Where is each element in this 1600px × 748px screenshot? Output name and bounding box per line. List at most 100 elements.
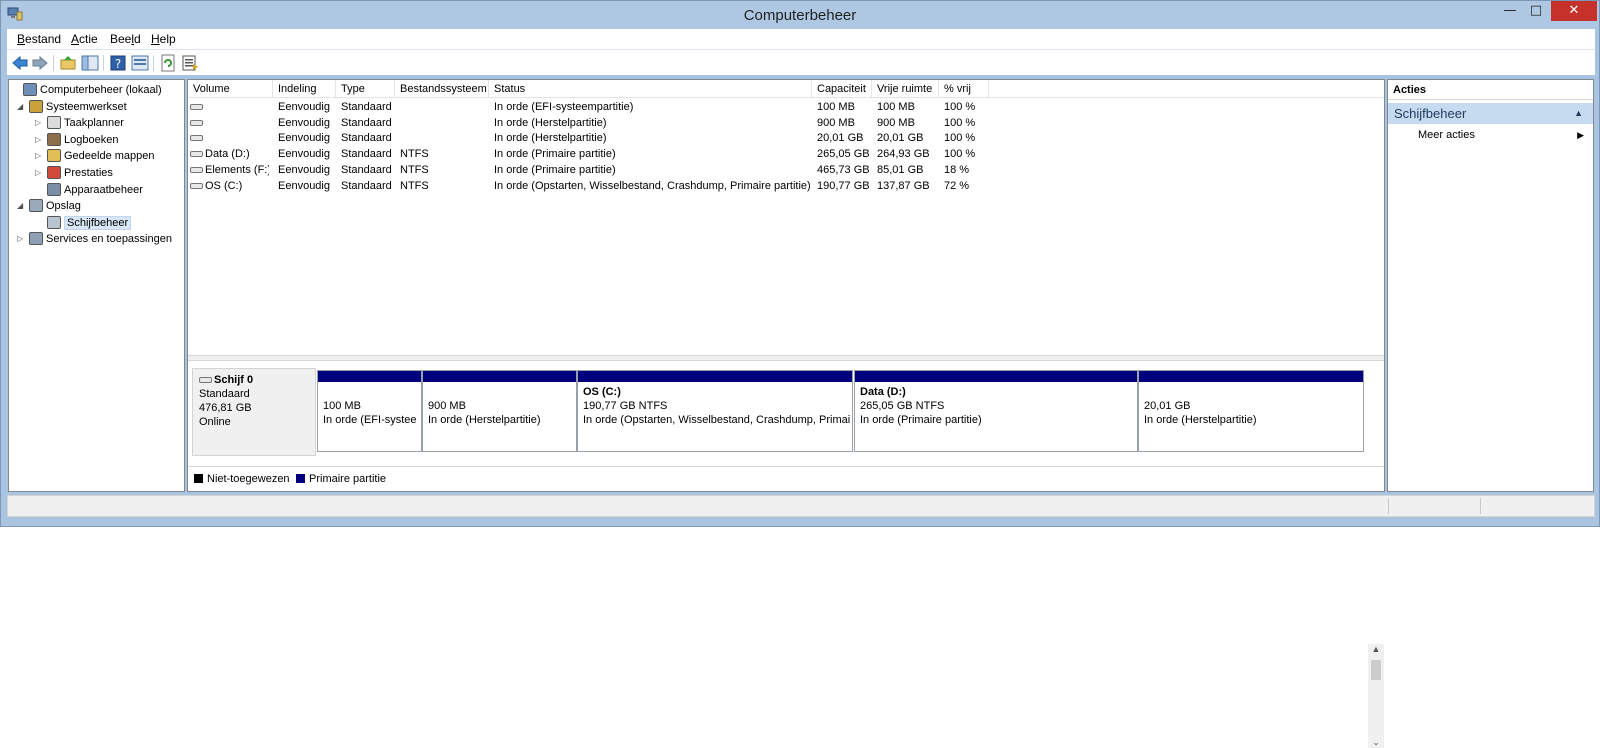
- tree-node[interactable]: Apparaatbeheer: [35, 182, 143, 198]
- column-header[interactable]: Bestandssysteem: [395, 80, 489, 98]
- tools-icon: [29, 99, 43, 113]
- tree-node[interactable]: ▷ Services en toepassingen: [17, 231, 172, 247]
- show-hide-tree-icon[interactable]: [81, 54, 99, 72]
- partition-size: 190,77 GB NTFS: [583, 400, 668, 412]
- column-header[interactable]: Type: [336, 80, 395, 98]
- maximize-button[interactable]: □: [1523, 1, 1549, 21]
- status-bar-divider: [1388, 498, 1389, 514]
- tree-node-label: Schijfbeheer: [64, 215, 132, 230]
- menu-beeld-label-a: Bee: [110, 32, 132, 46]
- tree-node[interactable]: ◢ Opslag: [17, 198, 81, 214]
- legend-swatch: [296, 473, 305, 483]
- scroll-up-arrow-icon[interactable]: ▲: [1368, 644, 1384, 654]
- disk-view-scrollbar[interactable]: ▲ ⌄: [1368, 644, 1384, 748]
- column-header[interactable]: Capaciteit: [812, 80, 872, 98]
- partition-status: In orde (Herstelpartitie): [428, 414, 541, 426]
- folder-up-icon[interactable]: [59, 54, 77, 72]
- tree-node[interactable]: ▷ Prestaties: [35, 165, 113, 181]
- partition-name: Data (D:): [860, 386, 906, 398]
- tree-expander-icon[interactable]: ▷: [17, 231, 27, 247]
- partition-name: [428, 385, 571, 399]
- table-cell: Standaard: [341, 132, 392, 145]
- table-cell: 190,77 GB: [817, 179, 870, 192]
- tree-node[interactable]: ▷ Logboeken: [35, 132, 118, 148]
- legend-label: Primaire partitie: [309, 473, 387, 485]
- partition-type-bar: [318, 371, 421, 382]
- action-more-actions[interactable]: Meer acties ▶: [1418, 127, 1588, 143]
- toolbar-separator: [53, 55, 54, 71]
- export-list-icon[interactable]: [181, 54, 199, 72]
- menu-actie[interactable]: Actie: [71, 32, 98, 46]
- column-header[interactable]: Status: [489, 80, 812, 98]
- disk-info-box[interactable]: Schijf 0 Standaard 476,81 GB Online: [192, 368, 316, 456]
- legend: Niet-toegewezen Primaire partitie: [188, 466, 1384, 491]
- partition-block[interactable]: 100 MB In orde (EFI-systee: [317, 370, 422, 452]
- column-header[interactable]: Vrije ruimte: [872, 80, 939, 98]
- table-row[interactable]: Data (D:) Eenvoudig Standaard NTFS In orde (…: [188, 146, 1384, 162]
- back-arrow-icon[interactable]: [11, 54, 29, 72]
- partition-block[interactable]: 20,01 GB In orde (Herstelpartitie): [1138, 370, 1364, 452]
- table-cell: 100 %: [944, 132, 976, 145]
- tree-node-label: Systeemwerkset: [46, 100, 127, 113]
- tree-node[interactable]: Computerbeheer (lokaal): [11, 82, 162, 98]
- tree-expander-icon[interactable]: ▷: [35, 132, 45, 148]
- tree-node-label: Prestaties: [64, 167, 113, 179]
- table-cell: Eenvoudig: [278, 116, 330, 129]
- column-header[interactable]: Indeling: [273, 80, 336, 98]
- partition-block[interactable]: 900 MB In orde (Herstelpartitie): [422, 370, 577, 452]
- title-bar[interactable]: Computerbeheer — □ ✕: [1, 1, 1599, 29]
- legend-label: Niet-toegewezen: [207, 473, 290, 485]
- forward-arrow-icon[interactable]: [31, 54, 49, 72]
- table-row[interactable]: Eenvoudig Standaard In orde (Herstelpartit…: [188, 130, 1384, 146]
- pane-splitter[interactable]: [188, 355, 1384, 361]
- partition-status: In orde (Primaire partitie): [860, 414, 982, 426]
- status-bar: [7, 495, 1595, 517]
- partition-size: 100 MB: [323, 400, 361, 412]
- volume-name: Elements (F:): [205, 163, 269, 176]
- partition-block[interactable]: OS (C:) 190,77 GB NTFS In orde (Opstarten,…: [577, 370, 853, 452]
- help-icon[interactable]: ?: [109, 54, 127, 72]
- collapse-up-icon[interactable]: ▲: [1574, 103, 1583, 124]
- table-row[interactable]: OS (C:) Eenvoudig Standaard NTFS In orde (Op…: [188, 178, 1384, 194]
- toolbar-separator: [153, 55, 154, 71]
- menu-actie-label: ctie: [79, 32, 98, 46]
- tree-expander-icon[interactable]: ▷: [35, 165, 45, 181]
- tree-expander-icon[interactable]: ▷: [35, 115, 45, 131]
- tree-node[interactable]: ◢ Systeemwerkset: [17, 99, 127, 115]
- table-cell: NTFS: [400, 163, 429, 176]
- volume-list-header: Volume Indeling Type Bestandssysteem Status C…: [188, 80, 1384, 98]
- tree-expander-icon[interactable]: ▷: [35, 148, 45, 164]
- partition-status: In orde (EFI-systee: [323, 414, 417, 426]
- table-cell: 100 MB: [817, 101, 855, 113]
- menu-bestand-label: estand: [25, 32, 62, 46]
- tree-expander-icon[interactable]: ◢: [17, 99, 27, 115]
- close-button[interactable]: ✕: [1551, 1, 1597, 21]
- tree-node[interactable]: ▷ Gedeelde mappen: [35, 148, 155, 164]
- table-cell: In orde (Herstelpartitie): [494, 132, 607, 145]
- partition-block[interactable]: Data (D:) 265,05 GB NTFS In orde (Primaire…: [854, 370, 1138, 452]
- table-cell: 100 MB: [877, 101, 915, 113]
- partition-text: 900 MB In orde (Herstelpartitie): [423, 382, 576, 430]
- scrollbar-thumb[interactable]: [1371, 660, 1381, 680]
- scroll-down-arrow-icon[interactable]: ⌄: [1368, 737, 1384, 748]
- minimize-button[interactable]: —: [1497, 1, 1523, 21]
- tree-node[interactable]: ▷ Taakplanner: [35, 115, 124, 131]
- menu-bestand[interactable]: Bestand: [17, 32, 61, 46]
- column-header[interactable]: % vrij: [939, 80, 989, 98]
- table-row[interactable]: Eenvoudig Standaard In orde (EFI-systeempa…: [188, 99, 1384, 115]
- status-bar-divider: [1480, 498, 1481, 514]
- menu-beeld[interactable]: Beeld: [110, 32, 141, 46]
- partition-size: 900 MB: [428, 400, 466, 412]
- volume-drive-icon: [190, 104, 203, 110]
- svg-text:?: ?: [115, 57, 121, 71]
- refresh-icon[interactable]: [159, 54, 177, 72]
- tree-node[interactable]: Schijfbeheer: [35, 215, 132, 231]
- table-row[interactable]: Elements (F:) Eenvoudig Standaard NTFS In or…: [188, 162, 1384, 178]
- tree-expander-icon[interactable]: ◢: [17, 198, 27, 214]
- volume-name: Data (D:): [205, 148, 250, 161]
- table-row[interactable]: Eenvoudig Standaard In orde (Herstelpartit…: [188, 115, 1384, 131]
- actions-section-disk-management[interactable]: Schijfbeheer ▲: [1388, 103, 1593, 124]
- menu-help[interactable]: Help: [151, 32, 176, 46]
- properties-icon[interactable]: [131, 54, 149, 72]
- column-header[interactable]: Volume: [188, 80, 273, 98]
